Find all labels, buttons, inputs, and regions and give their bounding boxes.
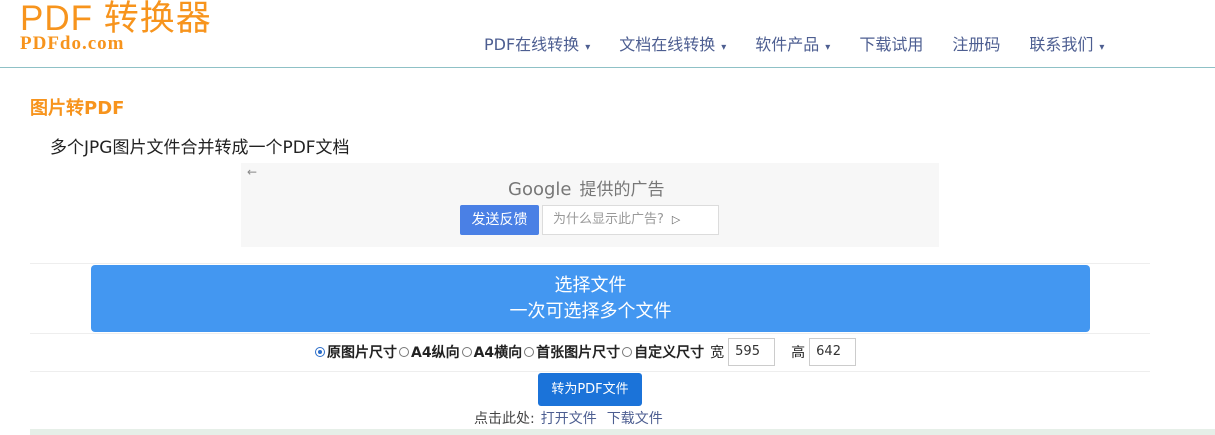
- size-option-label: 自定义尺寸: [634, 345, 705, 361]
- radio-icon[interactable]: [399, 347, 409, 357]
- divider: [30, 371, 1150, 372]
- radio-checked-icon[interactable]: [315, 347, 325, 357]
- caret-down-icon: ▾: [721, 42, 727, 53]
- size-option-label: 原图片尺寸: [327, 345, 397, 361]
- play-triangle-icon: ▷: [671, 213, 681, 226]
- why-this-ad-label: 为什么显示此广告?: [553, 212, 664, 227]
- ad-panel: ← Google 提供的广告 发送反馈 为什么显示此广告? ▷: [241, 163, 939, 247]
- nav-item-pdf-online[interactable]: PDF在线转换 ▾: [484, 31, 590, 55]
- nav-item-label: 文档在线转换: [619, 35, 716, 54]
- size-option-label: A4纵向: [411, 345, 460, 361]
- ad-attribution-suffix: 提供的广告: [579, 180, 665, 200]
- size-option-a4-portrait[interactable]: A4纵向: [399, 342, 460, 362]
- size-option-original[interactable]: 原图片尺寸: [315, 342, 397, 362]
- download-file-link[interactable]: 下载文件: [607, 411, 663, 427]
- radio-icon[interactable]: [461, 347, 472, 357]
- nav-item-register-code[interactable]: 注册码: [952, 31, 1000, 55]
- why-this-ad-button[interactable]: 为什么显示此广告? ▷: [542, 205, 719, 235]
- result-prompt: 点击此处:: [474, 411, 535, 427]
- logo-sub-text: PDFdo.com: [20, 33, 125, 54]
- radio-icon[interactable]: [524, 347, 535, 357]
- height-label: 高: [791, 345, 806, 361]
- nav-item-label: 注册码: [952, 35, 1001, 54]
- select-files-hint: 一次可选择多个文件: [509, 301, 672, 322]
- nav-item-download-trial[interactable]: 下载试用: [859, 31, 923, 55]
- radio-icon[interactable]: [622, 347, 633, 357]
- caret-down-icon: ▾: [825, 42, 831, 53]
- nav-item-doc-online[interactable]: 文档在线转换 ▾: [619, 31, 726, 55]
- divider: [30, 333, 1150, 334]
- main-nav: PDF在线转换 ▾ 文档在线转换 ▾ 软件产品 ▾ 下载试用 注册码 联系我们 ▾: [484, 31, 1133, 55]
- site-header: PDF 转换器 PDFdo.com PDF在线转换 ▾ 文档在线转换 ▾ 软件产品 ▾…: [0, 0, 1215, 68]
- width-input[interactable]: 595: [728, 338, 776, 366]
- page-title: 图片转PDF: [30, 98, 125, 119]
- page-size-options: 原图片尺寸 A4纵向 A4横向 首张图片尺寸 自定义尺寸 宽 595 高 642: [315, 338, 857, 366]
- select-files-label: 选择文件: [554, 275, 627, 296]
- caret-down-icon: ▾: [1099, 42, 1105, 53]
- size-option-label: A4横向: [473, 345, 523, 361]
- google-wordmark: Google: [508, 179, 572, 200]
- footer-strip: [30, 429, 1215, 435]
- nav-item-label: PDF在线转换: [484, 35, 580, 54]
- width-label: 宽: [710, 345, 725, 361]
- size-option-first-image[interactable]: 首张图片尺寸: [524, 342, 620, 362]
- site-logo[interactable]: PDF 转换器 PDFdo.com: [20, 0, 212, 54]
- size-option-custom[interactable]: 自定义尺寸: [622, 342, 704, 362]
- nav-item-label: 下载试用: [859, 35, 924, 54]
- divider: [30, 263, 1150, 264]
- convert-to-pdf-button[interactable]: 转为PDF文件: [538, 373, 642, 406]
- page-subtitle: 多个JPG图片文件合并转成一个PDF文档: [50, 138, 350, 158]
- open-file-link[interactable]: 打开文件: [541, 411, 597, 427]
- nav-item-contact[interactable]: 联系我们 ▾: [1029, 31, 1104, 55]
- height-input[interactable]: 642: [809, 338, 857, 366]
- back-arrow-icon[interactable]: ←: [247, 165, 257, 179]
- nav-item-label: 联系我们: [1029, 35, 1094, 54]
- send-feedback-button[interactable]: 发送反馈: [460, 205, 539, 235]
- caret-down-icon: ▾: [585, 42, 591, 53]
- size-option-label: 首张图片尺寸: [536, 345, 621, 361]
- nav-item-label: 软件产品: [755, 35, 820, 54]
- nav-item-software[interactable]: 软件产品 ▾: [755, 31, 830, 55]
- ad-attribution: Google 提供的广告: [508, 175, 664, 200]
- result-links: 点击此处: 打开文件 下载文件: [474, 408, 663, 428]
- select-files-button[interactable]: 选择文件 一次可选择多个文件: [91, 265, 1090, 332]
- size-option-a4-landscape[interactable]: A4横向: [461, 342, 523, 362]
